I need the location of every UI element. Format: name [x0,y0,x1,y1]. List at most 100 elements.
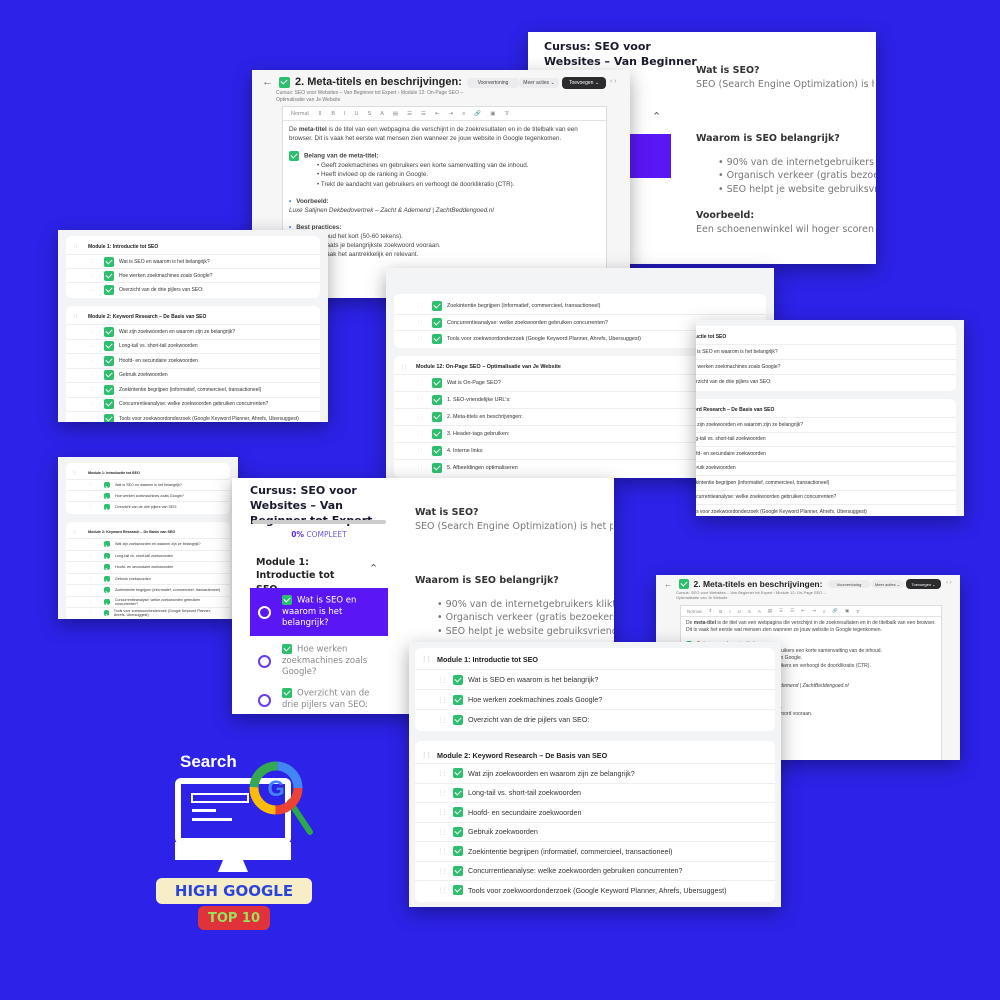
lesson-row[interactable]: Zoekintentie begrijpen (informatief, com… [66,382,320,397]
lesson-row[interactable]: Gebruik zoekwoorden [415,821,775,842]
toolbar-item[interactable]: ⇕ [318,111,323,117]
lesson-row[interactable]: Wat is SEO en waarom is het belangrijk? [415,669,775,689]
lesson-row[interactable]: Gebruik zoekwoorden [66,367,320,383]
text-color-icon[interactable]: A [380,111,384,117]
breadcrumb[interactable]: Cursus: SEO voor Websites – Van Beginner… [276,90,476,103]
link-icon[interactable]: 🔗 [832,608,838,614]
lesson-row[interactable]: Wat zijn zoekwoorden en waarom zijn ze b… [696,417,956,432]
more-actions-button[interactable]: Meer acties ⌄ [871,580,904,588]
lesson-row[interactable]: Wat zijn zoekwoorden en waarom zijn ze b… [66,538,230,550]
underline-icon[interactable]: U [738,609,741,614]
bold-icon[interactable]: B [719,609,722,614]
clear-format-icon[interactable]: T̸ [856,609,859,614]
lesson-row[interactable]: Long-tail vs. short-tail zoekwoorden [696,431,956,447]
toolbar-item[interactable]: Normal [687,609,702,614]
lesson-row[interactable]: Hoofd- en secundaire zoekwoorden [66,561,230,573]
breadcrumb[interactable]: Cursus: SEO voor Websites – Van Beginner… [676,590,836,600]
lesson-status-circle-icon[interactable] [258,654,271,668]
lesson-row[interactable]: Tools voor zoekwoordonderzoek (Google Ke… [66,607,230,619]
module-title[interactable]: Module 2: Keyword Research – De Basis va… [696,403,956,417]
lesson-row[interactable]: Hoe werken zoekmachines zoals Google? [696,359,956,374]
italic-icon[interactable]: I [344,111,346,117]
list-bullet-icon[interactable]: ☰ [790,608,794,614]
prev-next-nav[interactable]: ‹ › [610,78,617,85]
lesson-row[interactable]: Concurrentieanalyse: welke zoekwoorden g… [66,595,230,608]
lesson-row[interactable]: Long-tail vs. short-tail zoekwoorden [415,782,775,803]
preview-button[interactable]: Voorvertoning [467,78,519,88]
back-arrow-icon[interactable]: ← [262,76,273,88]
lesson-row[interactable]: Gebruik zoekwoorden [66,572,230,585]
lesson-status-circle-icon[interactable] [258,693,271,707]
lesson-row[interactable]: Wat zijn zoekwoorden en waarom zijn ze b… [66,324,320,339]
lesson-row[interactable]: Zoekintentie begrijpen (informatief, com… [394,298,766,314]
module-title[interactable]: Module 2: Keyword Research – De Basis va… [66,526,230,538]
lesson-row[interactable]: Overzicht van de drie pijlers van SEO: [66,501,230,512]
list-bullet-icon[interactable]: ☰ [421,111,426,117]
lesson-item[interactable]: Hoe werken zoekmachines zoals Google? [250,641,388,681]
lesson-row[interactable]: Hoe werken zoekmachines zoals Google? [66,490,230,501]
toolbar-item[interactable]: Normal [291,111,309,117]
module-title[interactable]: Module 1: Introductie tot SEO [66,240,320,254]
bold-icon[interactable]: B [331,111,335,117]
active-lesson-highlight[interactable] [626,134,671,178]
module-title[interactable]: Module 2: Keyword Research – De Basis va… [415,745,775,763]
list-ordered-icon[interactable]: ☰ [779,608,783,614]
add-button[interactable]: Toevoegen ⌄ [906,579,941,589]
text-color-icon[interactable]: A [758,609,761,614]
strike-icon[interactable]: S [368,111,372,117]
list-ordered-icon[interactable]: ☰ [407,111,412,117]
lesson-row[interactable]: Wat is SEO en waarom is het belangrijk? [66,479,230,490]
outdent-icon[interactable]: ⇤ [435,111,440,117]
image-icon[interactable]: ▣ [845,608,849,614]
align-icon[interactable]: ≡ [462,111,465,117]
lesson-row[interactable]: Tools voor zoekwoordonderzoek (Google Ke… [415,880,775,900]
lesson-row[interactable]: Hoe werken zoekmachines zoals Google? [66,268,320,282]
lesson-item[interactable]: Overzicht van de drie pijlers van SEO: [250,684,388,714]
italic-icon[interactable]: I [729,609,730,614]
clear-format-icon[interactable]: T̸ [504,111,507,117]
highlight-icon[interactable]: ▤ [768,608,772,614]
lesson-row[interactable]: Concurrentieanalyse: welke zoekwoorden g… [66,396,320,412]
lesson-row[interactable]: Zoekintentie begrijpen (informatief, com… [415,841,775,861]
indent-icon[interactable]: ⇥ [812,608,816,614]
toolbar-item[interactable]: ⇕ [709,608,713,614]
lesson-item-active[interactable]: Wat is SEO en waarom is het belangrijk? [250,588,388,636]
link-icon[interactable]: 🔗 [474,111,481,117]
lesson-row[interactable]: Wat zijn zoekwoorden en waarom zijn ze b… [415,763,775,783]
lesson-row[interactable]: Zoekintentie begrijpen (informatief, com… [696,475,956,490]
lesson-row[interactable]: Hoofd- en secundaire zoekwoorden [415,802,775,822]
lesson-row[interactable]: Tools voor zoekwoordonderzoek (Google Ke… [66,411,320,422]
lesson-row[interactable]: Concurrentieanalyse: welke zoekwoorden g… [696,489,956,505]
strike-icon[interactable]: S [748,609,751,614]
highlight-icon[interactable]: ▤ [393,111,398,117]
outdent-icon[interactable]: ⇤ [801,608,805,614]
lesson-row[interactable]: Gebruik zoekwoorden [696,460,956,476]
lesson-row[interactable]: Zoekintentie begrijpen (informatief, com… [66,584,230,596]
lesson-row[interactable]: Tools voor zoekwoordonderzoek (Google Ke… [696,504,956,516]
prev-next-nav[interactable]: ‹ › [946,580,952,586]
more-actions-button[interactable]: Meer acties ⌄ [519,78,559,88]
image-icon[interactable]: ▣ [490,111,495,117]
lesson-row[interactable]: Overzicht van de drie pijlers van SEO: [696,374,956,389]
align-icon[interactable]: ≡ [823,609,826,614]
module-title[interactable]: Module 1: Introductie tot SEO [696,330,956,344]
add-button[interactable]: Toevoegen ⌄ [562,77,606,89]
lesson-row[interactable]: Hoe werken zoekmachines zoals Google? [415,689,775,709]
lesson-row[interactable]: Concurrentieanalyse: welke zoekwoorden g… [415,860,775,881]
chevron-up-icon[interactable]: ⌃ [369,562,378,575]
lesson-row[interactable]: Long-tail vs. short-tail zoekwoorden [66,549,230,562]
underline-icon[interactable]: U [355,111,359,117]
chevron-up-icon[interactable]: ⌃ [652,110,661,123]
lesson-row[interactable]: Long-tail vs. short-tail zoekwoorden [66,338,320,354]
lesson-row[interactable]: Hoofd- en secundaire zoekwoorden [696,446,956,461]
lesson-row[interactable]: Overzicht van de drie pijlers van SEO: [415,709,775,729]
indent-icon[interactable]: ⇥ [449,111,454,117]
back-arrow-icon[interactable]: ← [664,579,673,589]
module-title[interactable]: Module 1: Introductie tot SEO [415,652,775,669]
lesson-row[interactable]: Wat is SEO en waarom is het belangrijk? [66,254,320,268]
lesson-status-circle-icon[interactable] [258,605,271,619]
lesson-row[interactable]: Overzicht van de drie pijlers van SEO: [66,282,320,296]
module-title[interactable]: Module 2: Keyword Research – De Basis va… [66,310,320,324]
preview-button[interactable]: Voorvertoning [828,580,870,588]
module-title[interactable]: Module 1: Introductie tot SEO [66,467,230,479]
